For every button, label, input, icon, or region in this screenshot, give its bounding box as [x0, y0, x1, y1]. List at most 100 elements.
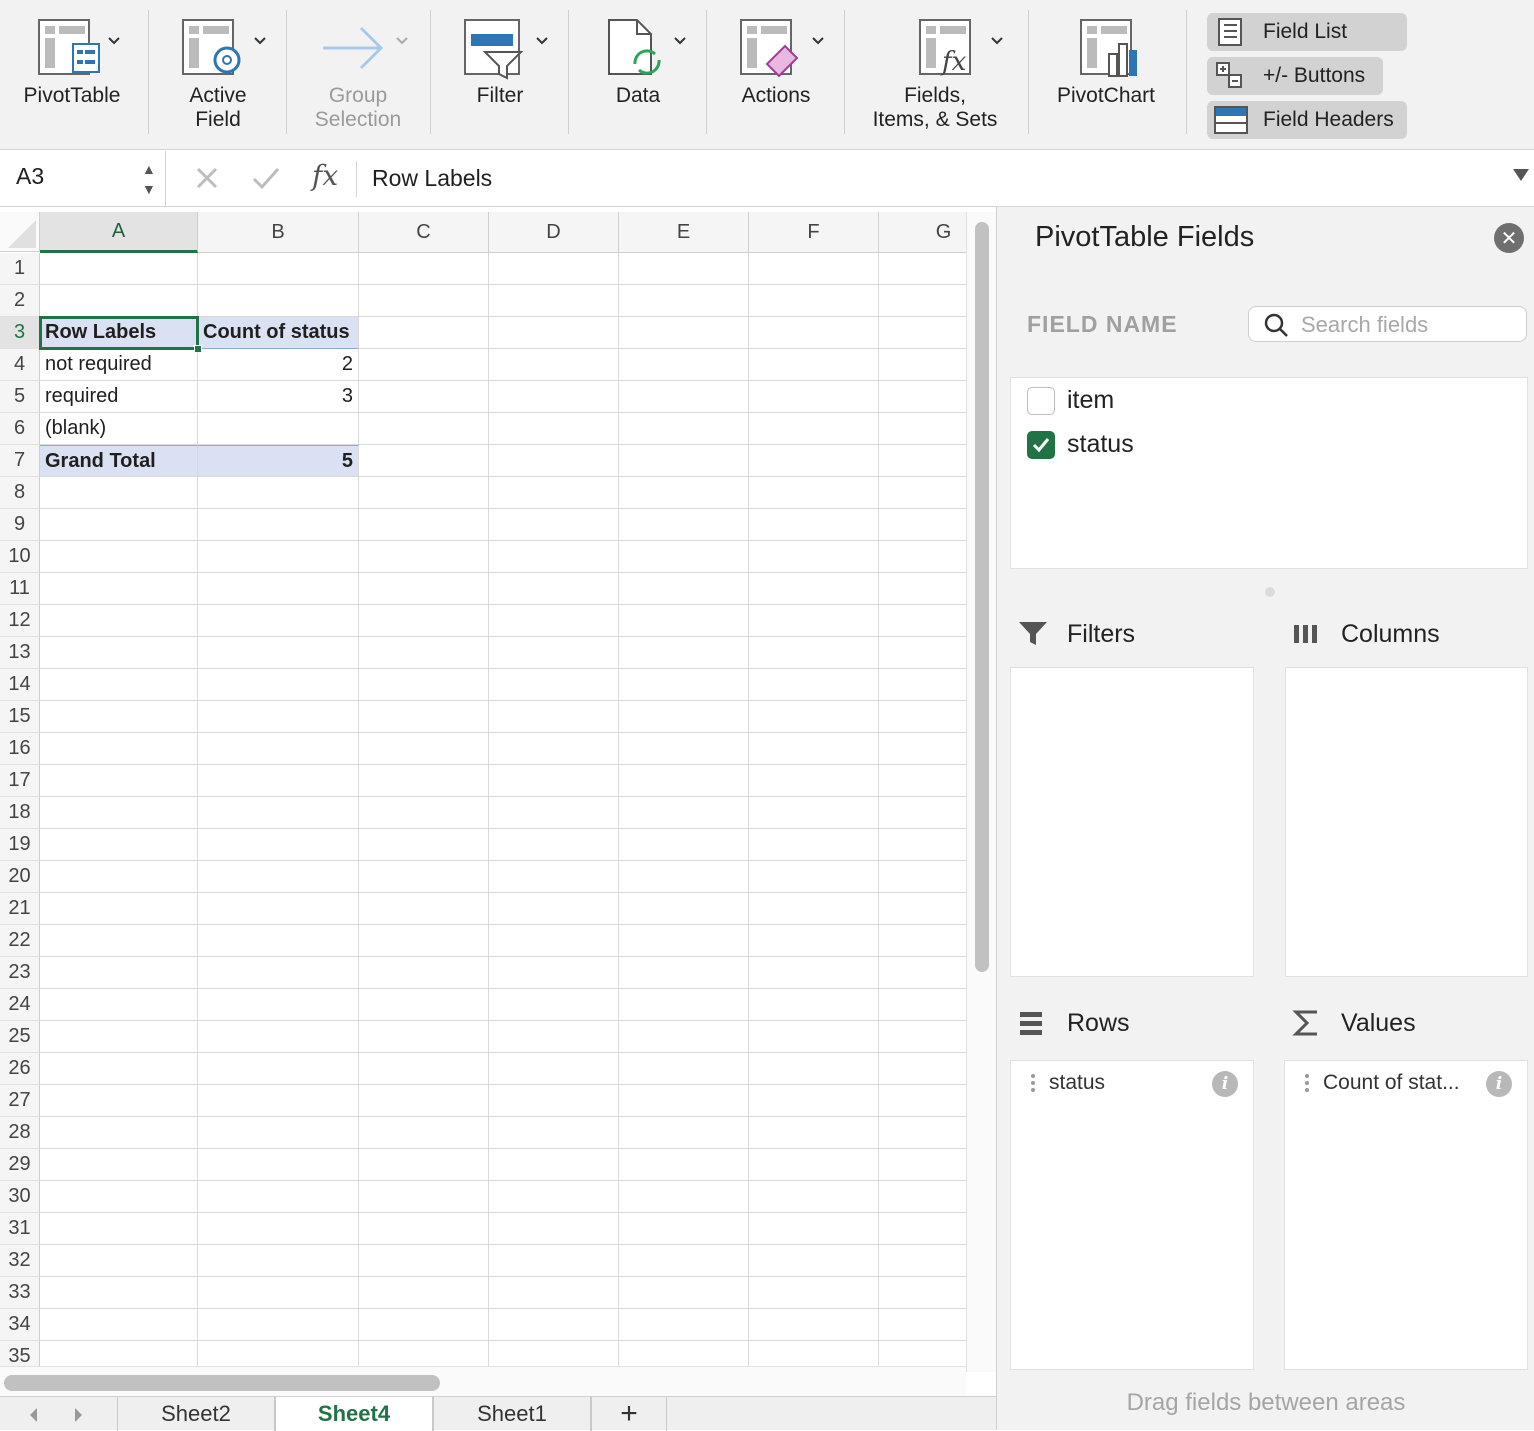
grid-cell[interactable]: [359, 1053, 489, 1085]
row-header[interactable]: 13: [0, 637, 40, 669]
grid-cell[interactable]: [879, 445, 966, 477]
grid-cell[interactable]: [619, 509, 749, 541]
grid-cell[interactable]: [619, 893, 749, 925]
row-header[interactable]: 10: [0, 541, 40, 573]
grid-cell[interactable]: [359, 1117, 489, 1149]
grid-cell[interactable]: [619, 989, 749, 1021]
horizontal-scroll-thumb[interactable]: [4, 1375, 440, 1391]
grid-cell[interactable]: [40, 1149, 198, 1181]
grid-cell[interactable]: [749, 285, 879, 317]
grid-cell[interactable]: [198, 765, 359, 797]
row-header[interactable]: 1: [0, 253, 40, 285]
column-header-d[interactable]: D: [489, 212, 619, 253]
formula-expand-icon[interactable]: [1513, 169, 1529, 181]
grid-cell[interactable]: [359, 1277, 489, 1309]
row-header[interactable]: 9: [0, 509, 40, 541]
formula-input[interactable]: Row Labels: [372, 165, 492, 192]
grid-cell[interactable]: [619, 1277, 749, 1309]
row-header[interactable]: 4: [0, 349, 40, 381]
grid-cell[interactable]: [619, 445, 749, 477]
grid-cell[interactable]: [40, 989, 198, 1021]
add-sheet-button[interactable]: +: [591, 1397, 667, 1431]
grid-cell[interactable]: [359, 381, 489, 413]
grid-cell[interactable]: [489, 1309, 619, 1341]
grid-cell[interactable]: [749, 605, 879, 637]
grid-cell[interactable]: [40, 1021, 198, 1053]
grid-cell[interactable]: [359, 1245, 489, 1277]
grid-cell[interactable]: [359, 1149, 489, 1181]
active-field-button[interactable]: Active Field: [168, 14, 268, 132]
grid-cell[interactable]: [489, 445, 619, 477]
grid-cell[interactable]: [879, 701, 966, 733]
grid-cell[interactable]: [489, 381, 619, 413]
grid-cell[interactable]: [40, 1213, 198, 1245]
grid-cell[interactable]: [40, 733, 198, 765]
grid-cell[interactable]: [198, 1309, 359, 1341]
row-header[interactable]: 6: [0, 413, 40, 445]
grid-cell[interactable]: [619, 861, 749, 893]
grid-cell[interactable]: [879, 1309, 966, 1341]
grid-cell[interactable]: [879, 669, 966, 701]
grid-cell[interactable]: [198, 541, 359, 573]
grid-cell[interactable]: [749, 1245, 879, 1277]
grid-cell[interactable]: [40, 1053, 198, 1085]
grid-cell[interactable]: [749, 1085, 879, 1117]
horizontal-scrollbar[interactable]: [0, 1366, 966, 1396]
next-sheet-icon[interactable]: [68, 1405, 88, 1425]
column-header-b[interactable]: B: [198, 212, 359, 253]
grid-cell[interactable]: [749, 349, 879, 381]
grid-cell[interactable]: [879, 797, 966, 829]
pivot-row-value[interactable]: [198, 413, 359, 445]
grid-cell[interactable]: [619, 1117, 749, 1149]
grid-cell[interactable]: [489, 1181, 619, 1213]
grid-cell[interactable]: [489, 573, 619, 605]
grid-cell[interactable]: [198, 285, 359, 317]
grid-cell[interactable]: [359, 765, 489, 797]
grid-cell[interactable]: [40, 1341, 198, 1366]
grid-cell[interactable]: [198, 1117, 359, 1149]
grid-cell[interactable]: [879, 349, 966, 381]
grid-cell[interactable]: [749, 829, 879, 861]
rows-drop-area[interactable]: status i: [1010, 1060, 1254, 1370]
grid-cell[interactable]: [879, 541, 966, 573]
row-header[interactable]: 35: [0, 1341, 40, 1366]
row-header[interactable]: 27: [0, 1085, 40, 1117]
grid-cell[interactable]: [749, 637, 879, 669]
grid-cell[interactable]: [749, 317, 879, 349]
grid-cell[interactable]: [489, 1341, 619, 1366]
grid-cell[interactable]: [489, 1021, 619, 1053]
select-all-corner[interactable]: [0, 212, 40, 252]
grid-cell[interactable]: [879, 1213, 966, 1245]
grid-cell[interactable]: [619, 765, 749, 797]
grid-cell[interactable]: [879, 413, 966, 445]
grid-cell[interactable]: [198, 509, 359, 541]
group-selection-button[interactable]: Group Selection: [306, 14, 410, 132]
pivot-grand-total-value[interactable]: 5: [198, 445, 359, 477]
grid-cell[interactable]: [619, 381, 749, 413]
row-header[interactable]: 8: [0, 477, 40, 509]
grid-cell[interactable]: [40, 605, 198, 637]
grid-cell[interactable]: [749, 1309, 879, 1341]
grid-cell[interactable]: [749, 573, 879, 605]
grid-cell[interactable]: [619, 605, 749, 637]
grid-cell[interactable]: [198, 701, 359, 733]
grid-cell[interactable]: [879, 765, 966, 797]
field-checkbox[interactable]: [1027, 386, 1055, 415]
grid-cell[interactable]: [619, 285, 749, 317]
grid-cell[interactable]: [619, 1085, 749, 1117]
grid-cell[interactable]: [40, 893, 198, 925]
sheet-tab-active[interactable]: Sheet4: [275, 1397, 433, 1431]
row-header[interactable]: 22: [0, 925, 40, 957]
grid-cell[interactable]: [359, 1309, 489, 1341]
row-header[interactable]: 24: [0, 989, 40, 1021]
row-header[interactable]: 30: [0, 1181, 40, 1213]
grid-cell[interactable]: [198, 637, 359, 669]
row-header[interactable]: 18: [0, 797, 40, 829]
grid-cell[interactable]: [359, 413, 489, 445]
pane-splitter-handle[interactable]: [1265, 587, 1275, 597]
grid-cell[interactable]: [749, 1277, 879, 1309]
grid-cell[interactable]: [40, 509, 198, 541]
grid-cell[interactable]: [879, 1149, 966, 1181]
grid-cell[interactable]: [198, 1213, 359, 1245]
row-header[interactable]: 23: [0, 957, 40, 989]
